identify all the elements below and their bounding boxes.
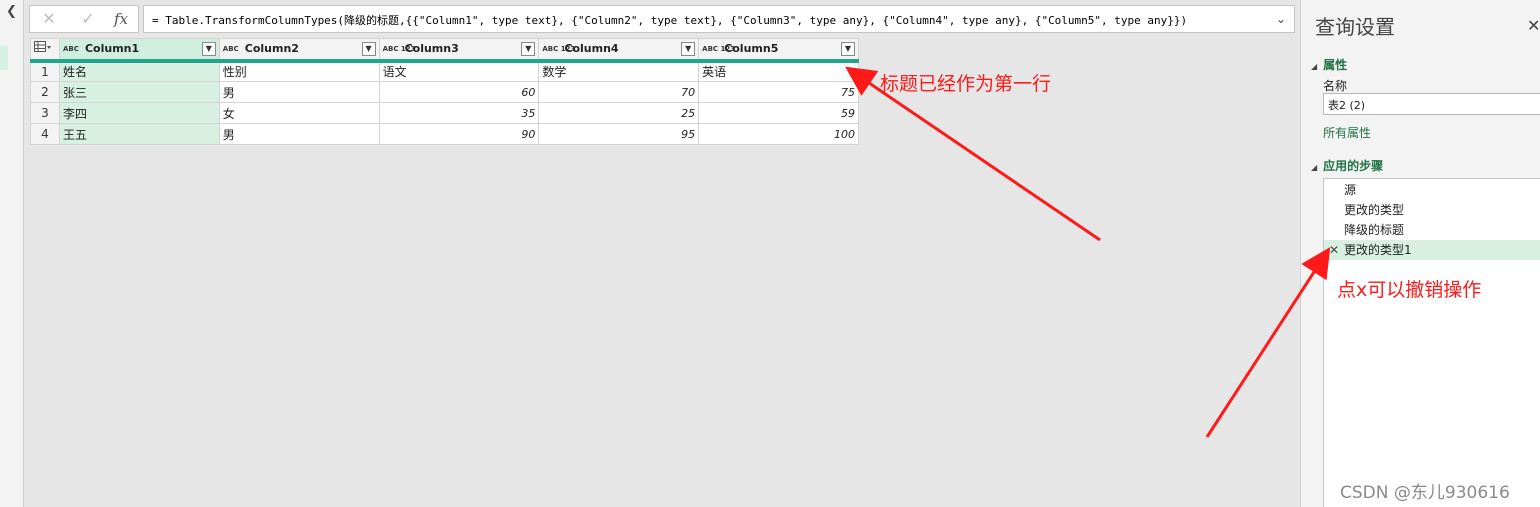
watermark: CSDN @东儿930616 (1340, 483, 1510, 503)
annotation-arrows (845, 66, 1331, 438)
arrow-to-undo (1205, 246, 1331, 438)
undo-note: 点x可以撤销操作 (1337, 279, 1482, 301)
header-note: 标题已经作为第一行 (880, 73, 1052, 95)
